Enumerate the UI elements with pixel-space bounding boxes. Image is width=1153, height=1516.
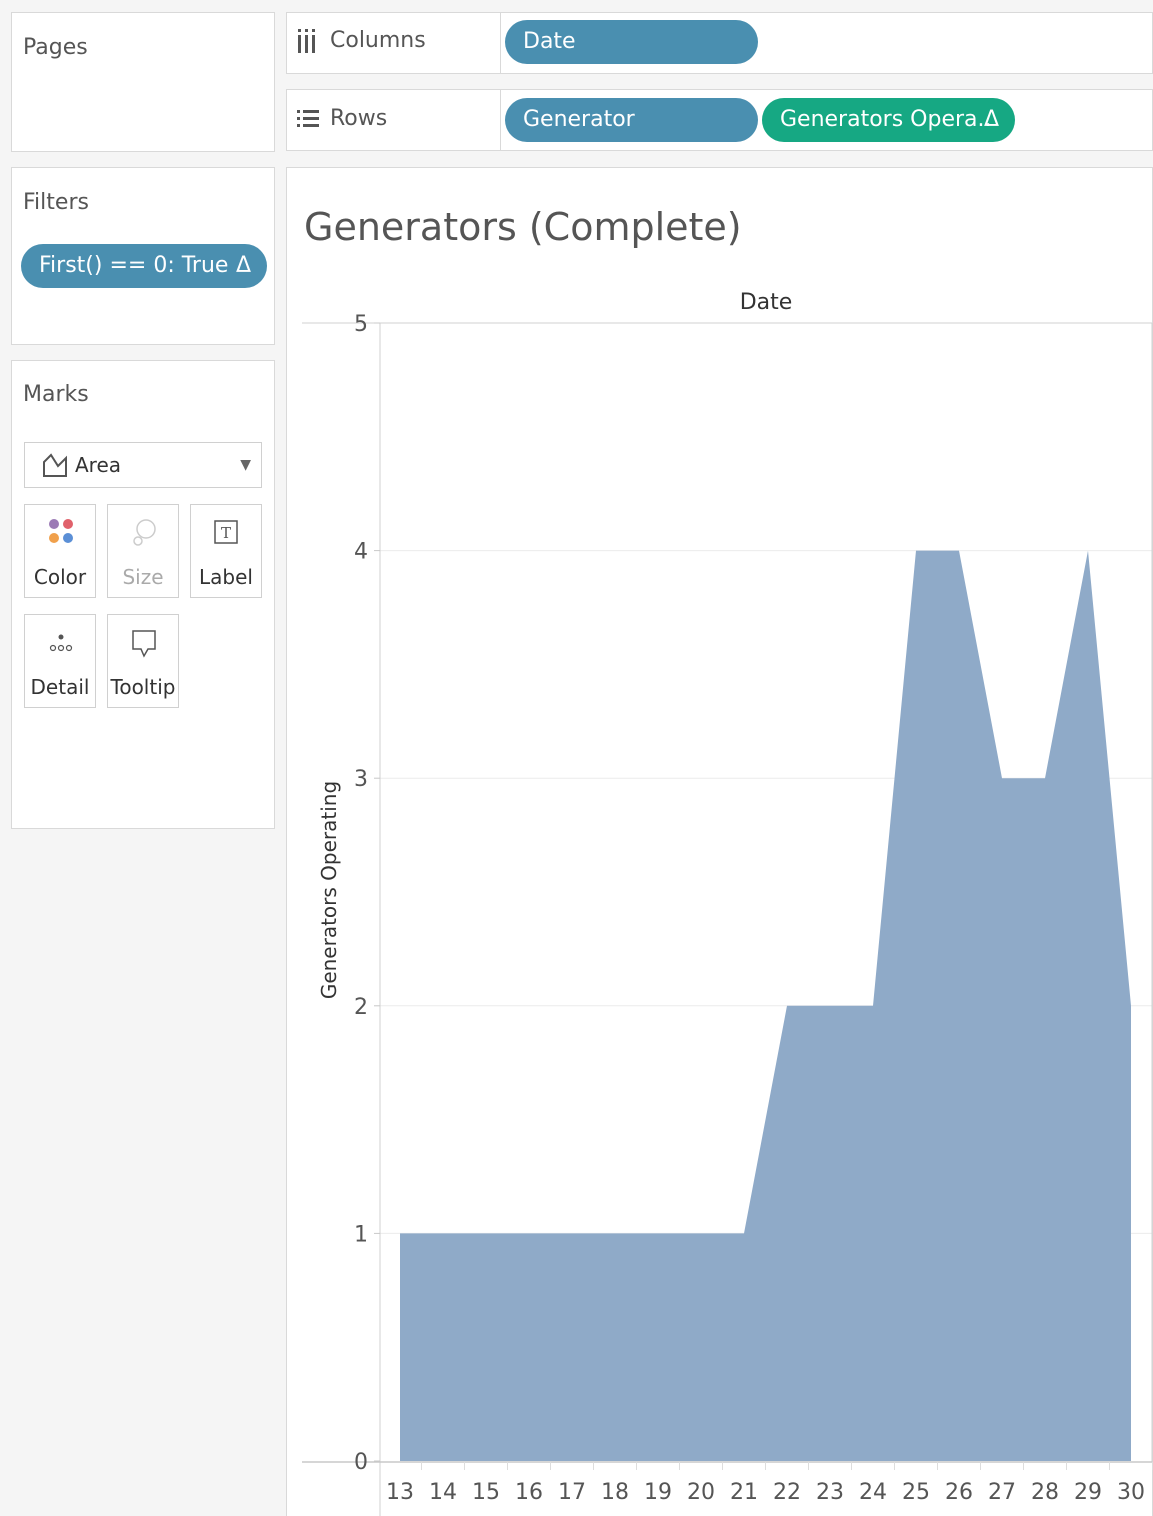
x-tick-label: 27 xyxy=(988,1480,1016,1505)
y-tick-labels: 0 1 2 3 4 5 xyxy=(354,312,368,1475)
x-tick-label: 21 xyxy=(730,1480,758,1505)
x-tick-label: 20 xyxy=(687,1480,715,1505)
y-tick-label: 5 xyxy=(354,312,368,337)
x-tick-label: 30 xyxy=(1117,1480,1145,1505)
x-tick-label: 24 xyxy=(859,1480,887,1505)
x-tick-label: 28 xyxy=(1031,1480,1059,1505)
x-tick-label: 23 xyxy=(816,1480,844,1505)
x-tick-label: 13 xyxy=(386,1480,414,1505)
x-tick-label: 29 xyxy=(1074,1480,1102,1505)
x-tick-label: 26 xyxy=(945,1480,973,1505)
y-tick-label: 0 xyxy=(354,1450,368,1475)
x-tick-label: 22 xyxy=(773,1480,801,1505)
chart-title: Generators (Complete) xyxy=(304,205,742,249)
x-tick-labels: 13 14 15 16 17 18 19 20 21 22 23 24 25 26 27 28 29 30 xyxy=(386,1480,1145,1505)
x-tick-label: 25 xyxy=(902,1480,930,1505)
y-tick-label: 2 xyxy=(354,995,368,1020)
x-tick-label: 15 xyxy=(472,1480,500,1505)
x-tick-label: 16 xyxy=(515,1480,543,1505)
y-tick-label: 4 xyxy=(354,540,368,565)
x-axis-header: Date xyxy=(740,290,793,315)
x-tick-label: 14 xyxy=(429,1480,457,1505)
area-chart: Generators (Complete) Date Generators Op… xyxy=(302,205,1153,1516)
y-axis-title: Generators Operating xyxy=(317,781,341,999)
x-tick-label: 19 xyxy=(644,1480,672,1505)
y-tick-label: 3 xyxy=(354,767,368,792)
x-tick-label: 18 xyxy=(601,1480,629,1505)
x-tick-label: 17 xyxy=(558,1480,586,1505)
y-tick-label: 1 xyxy=(354,1222,368,1247)
